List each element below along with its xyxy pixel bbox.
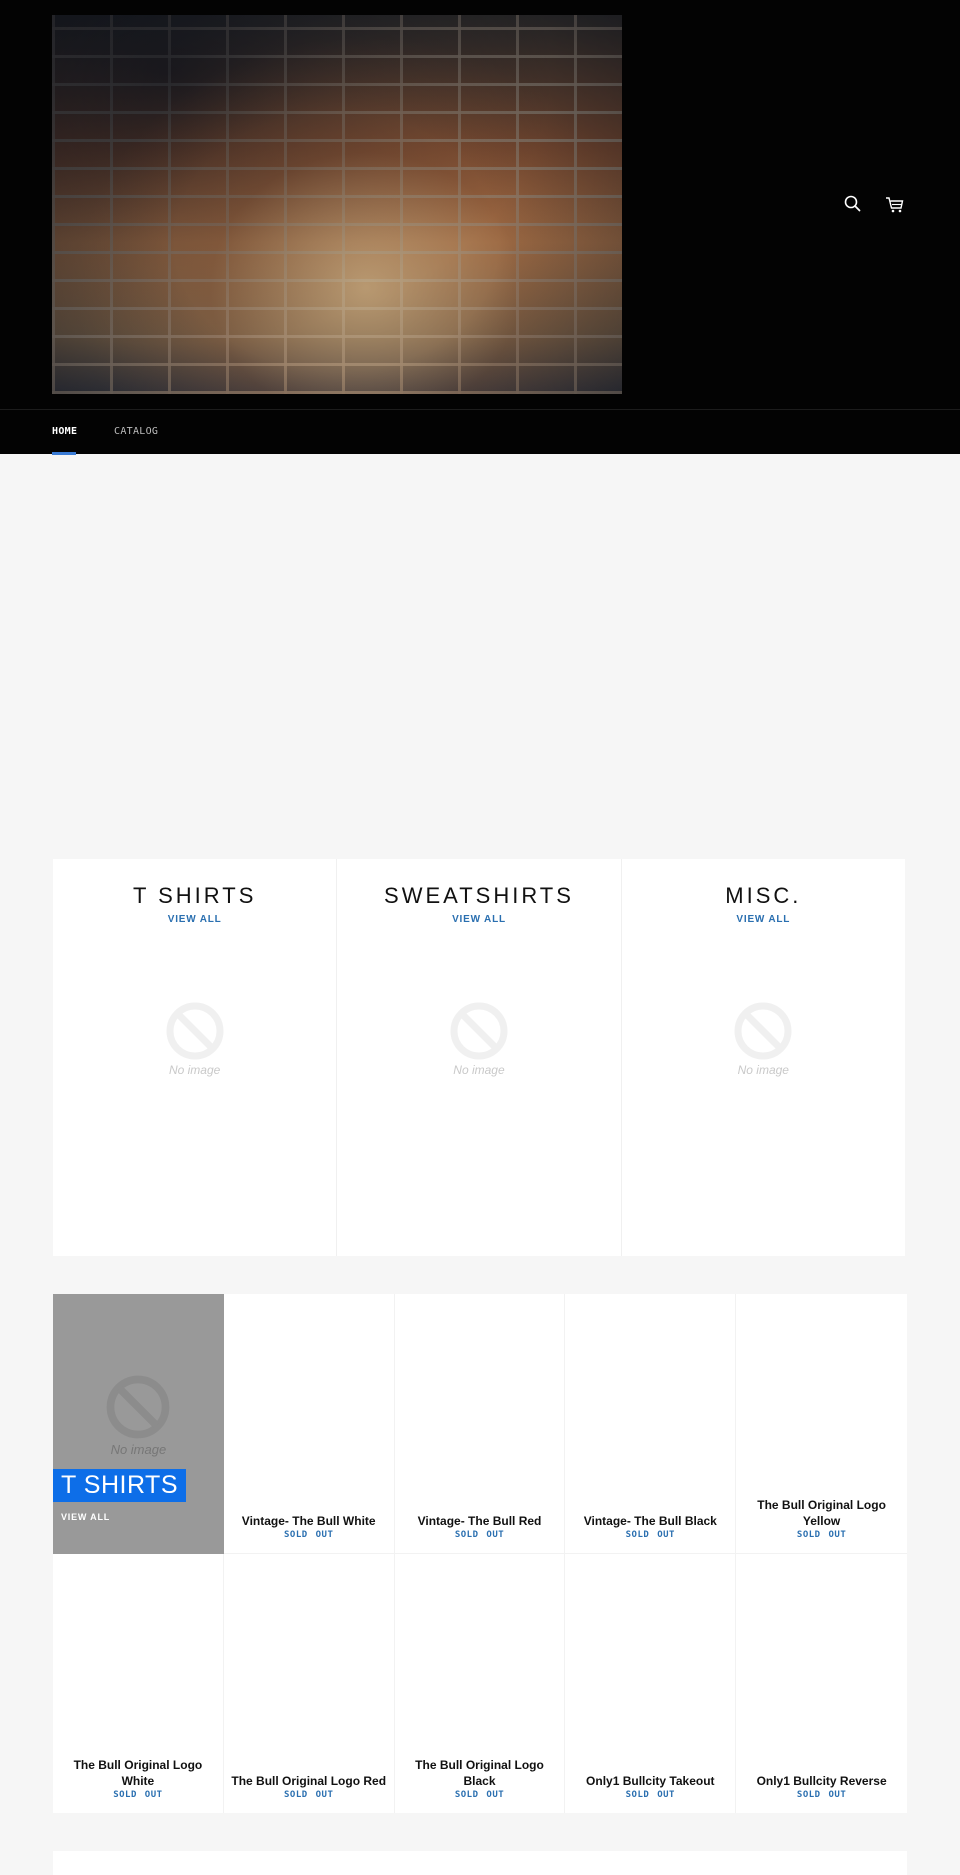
product-title[interactable]: Vintage- The Bull White (230, 1513, 388, 1529)
collection-card[interactable]: SWEATSHIRTS VIEW ALL No image (337, 859, 622, 1256)
nav-active-indicator (52, 452, 76, 455)
nav-item-catalog[interactable]: CATALOG (114, 426, 158, 437)
product-title[interactable]: Only1 Bullcity Reverse (742, 1773, 901, 1789)
product-info: Vintage- The Bull Red SOLD OUT (401, 1513, 559, 1540)
collection-card[interactable]: MISC. VIEW ALL No image (622, 859, 905, 1256)
product-title[interactable]: The Bull Original Logo Yellow (742, 1497, 901, 1529)
no-image-placeholder: No image (105, 1374, 171, 1457)
sold-out-badge: SOLD OUT (625, 1790, 675, 1800)
sold-out-badge: SOLD OUT (454, 1529, 505, 1540)
product-info: Only1 Bullcity Reverse SOLD OUT (742, 1773, 901, 1800)
sold-out-badge: SOLD OUT (796, 1529, 847, 1540)
featured-collection-title: T SHIRTS (53, 1469, 186, 1502)
product-title[interactable]: The Bull Original Logo White (59, 1757, 217, 1789)
product-info: The Bull Original Logo White SOLD OUT (59, 1757, 217, 1800)
no-image-placeholder: No image (449, 1001, 509, 1077)
no-image-text: No image (168, 1063, 221, 1077)
product-card[interactable]: The Bull Original Logo Yellow SOLD OUT (736, 1294, 907, 1554)
site-header (0, 0, 960, 409)
product-info: The Bull Original Logo Red SOLD OUT (230, 1773, 388, 1800)
view-all-link[interactable]: VIEW ALL (337, 914, 620, 925)
sold-out-badge: SOLD OUT (284, 1529, 334, 1540)
view-all-link[interactable]: VIEW ALL (53, 914, 336, 925)
featured-collection-tile[interactable]: No image T SHIRTS VIEW ALL (53, 1294, 224, 1554)
product-card[interactable]: Only1 Bullcity Reverse SOLD OUT (736, 1554, 907, 1814)
sold-out-badge: SOLD OUT (796, 1790, 847, 1800)
collection-title: MISC. (725, 883, 802, 908)
view-all-link[interactable]: VIEW ALL (61, 1512, 110, 1522)
no-image-placeholder: No image (733, 1001, 793, 1077)
collection-list: T SHIRTS VIEW ALL No image SWEATSHIRTS V… (53, 859, 905, 1256)
product-info: The Bull Original Logo Black SOLD OUT (401, 1757, 559, 1800)
product-card[interactable]: Vintage- The Bull Red SOLD OUT (394, 1294, 566, 1554)
product-card[interactable]: Vintage- The Bull White SOLD OUT (223, 1294, 395, 1554)
product-info: The Bull Original Logo Yellow SOLD OUT (742, 1497, 901, 1540)
featured-collection-grid: No image T SHIRTS VIEW ALL Vintage- The … (53, 1294, 907, 1813)
sold-out-badge: SOLD OUT (113, 1790, 163, 1800)
collection-title: T SHIRTS (132, 883, 257, 908)
no-image-icon (166, 1002, 224, 1060)
product-title[interactable]: The Bull Original Logo Black (401, 1757, 559, 1789)
nav-item-home[interactable]: HOME (52, 426, 77, 437)
no-image-icon (734, 1002, 792, 1060)
no-image-text: No image (110, 1442, 167, 1457)
product-card[interactable]: The Bull Original Logo Black SOLD OUT (395, 1553, 566, 1813)
sold-out-badge: SOLD OUT (625, 1529, 675, 1540)
header-hero-image (52, 15, 622, 394)
no-image-placeholder: No image (165, 1001, 225, 1077)
product-card[interactable]: The Bull Original Logo White SOLD OUT (53, 1553, 224, 1813)
no-image-icon (450, 1002, 508, 1060)
product-info: Only1 Bullcity Takeout SOLD OUT (571, 1773, 729, 1800)
product-title[interactable]: Only1 Bullcity Takeout (571, 1773, 729, 1789)
next-section (53, 1851, 907, 1875)
sold-out-badge: SOLD OUT (454, 1790, 505, 1800)
product-info: Vintage- The Bull White SOLD OUT (230, 1513, 388, 1540)
no-image-text: No image (453, 1063, 505, 1077)
collection-title: SWEATSHIRTS (384, 883, 574, 908)
no-image-icon (107, 1375, 170, 1439)
collection-card[interactable]: T SHIRTS VIEW ALL No image (53, 859, 338, 1256)
sold-out-badge: SOLD OUT (284, 1790, 334, 1800)
search-icon[interactable] (842, 193, 864, 215)
main-nav: HOME CATALOG (0, 409, 960, 455)
product-card[interactable]: The Bull Original Logo Red SOLD OUT (224, 1553, 395, 1813)
product-title[interactable]: The Bull Original Logo Red (230, 1773, 388, 1789)
product-card[interactable]: Vintage- The Bull Black SOLD OUT (565, 1294, 737, 1554)
no-image-text: No image (737, 1063, 789, 1077)
view-all-link[interactable]: VIEW ALL (622, 914, 905, 925)
product-info: Vintage- The Bull Black SOLD OUT (571, 1513, 729, 1540)
product-title[interactable]: Vintage- The Bull Red (401, 1513, 559, 1529)
product-title[interactable]: Vintage- The Bull Black (571, 1513, 729, 1529)
product-card[interactable]: Only1 Bullcity Takeout SOLD OUT (565, 1553, 737, 1813)
cart-icon[interactable] (884, 194, 906, 216)
